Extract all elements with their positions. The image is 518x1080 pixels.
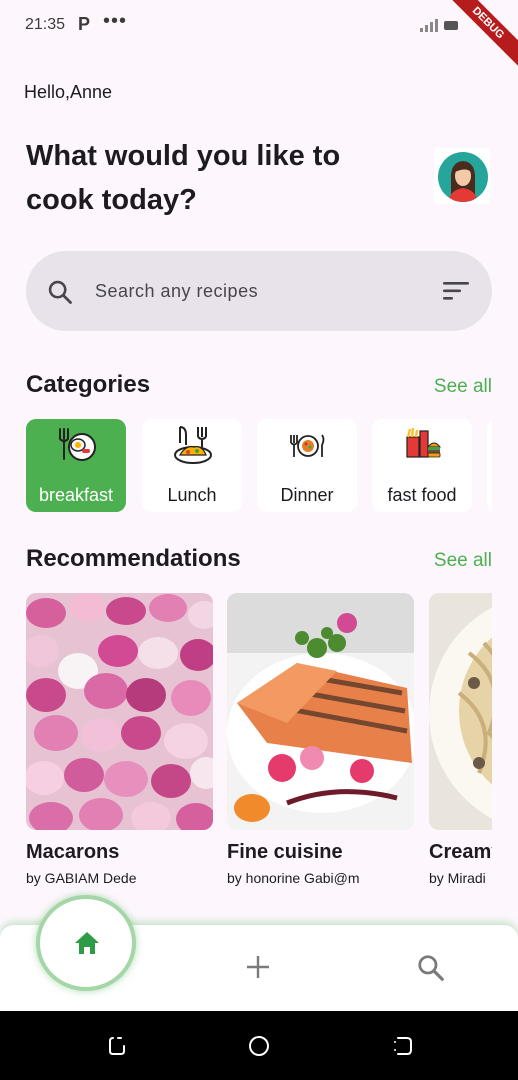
categories-see-all-link[interactable]: See all — [434, 376, 492, 398]
search-bar[interactable]: Search any recipes — [26, 251, 492, 331]
more-notifications-icon: ••• — [103, 10, 128, 32]
recipe-title: Creamy — [429, 841, 492, 863]
recent-apps-icon[interactable] — [106, 1035, 128, 1057]
category-dinner[interactable]: Dinner — [257, 419, 357, 512]
salmon-photo — [227, 593, 414, 830]
recipe-card-macarons[interactable]: Macarons by GABIAM Dede — [26, 593, 213, 886]
profile-avatar[interactable] — [434, 148, 490, 204]
category-label: fast food — [387, 485, 457, 505]
search-nav-icon[interactable] — [416, 953, 446, 983]
recipe-image — [429, 593, 492, 830]
recipe-title: Fine cuisine — [227, 841, 343, 863]
filter-icon[interactable] — [442, 280, 470, 302]
category-label: Dinner — [280, 485, 334, 505]
breakfast-icon — [59, 428, 96, 461]
macarons-photo — [26, 593, 213, 830]
category-label: Lunch — [167, 485, 217, 505]
fast-food-icon — [406, 427, 442, 458]
page-title: What would you like to cook today? — [26, 140, 341, 216]
category-label: breakfast — [38, 485, 114, 505]
greeting-text: Hello,Anne — [24, 82, 113, 102]
categories-title: Categories — [26, 371, 151, 398]
home-system-icon[interactable] — [248, 1035, 270, 1057]
home-icon — [75, 932, 99, 954]
avatar-image — [438, 152, 488, 202]
system-navigation-bar — [0, 1011, 518, 1080]
recipe-title: Macarons — [26, 841, 120, 863]
search-icon — [48, 280, 72, 304]
recipe-author: by honorine Gabi@m — [227, 870, 360, 886]
recipe-author: by GABIAM Dede — [26, 870, 137, 886]
recipe-author: by Miradi — [429, 870, 486, 886]
add-icon[interactable] — [245, 954, 271, 980]
pasta-photo — [429, 593, 492, 830]
signal-icon — [420, 19, 458, 32]
category-lunch[interactable]: Lunch — [142, 419, 242, 512]
recommendations-list: Macarons by GABIAM Dede Fine cuisine by … — [26, 593, 492, 893]
recommendations-title: Recommendations — [26, 545, 241, 572]
recommendations-see-all-link[interactable]: See all — [434, 550, 492, 572]
parking-notification-icon: P — [78, 14, 91, 34]
recipe-image — [227, 593, 414, 830]
recipe-card-fine-cuisine[interactable]: Fine cuisine by honorine Gabi@m — [227, 593, 414, 886]
woman-avatar-icon — [448, 161, 478, 202]
category-more[interactable] — [487, 419, 492, 512]
status-bar: 21:35 P ••• — [0, 0, 518, 52]
dinner-icon — [290, 434, 325, 457]
back-icon[interactable] — [392, 1035, 414, 1057]
recipe-card-creamy[interactable]: Creamy by Miradi — [429, 593, 492, 886]
categories-list: breakfast Lunch Dinner fast food — [26, 419, 492, 514]
search-input[interactable]: Search any recipes — [95, 281, 258, 302]
lunch-icon — [174, 426, 212, 464]
category-fast-food[interactable]: fast food — [372, 419, 472, 512]
category-breakfast[interactable]: breakfast — [26, 419, 126, 512]
home-nav-button[interactable] — [36, 895, 136, 991]
recipe-image — [26, 593, 213, 830]
status-time: 21:35 — [25, 16, 66, 33]
